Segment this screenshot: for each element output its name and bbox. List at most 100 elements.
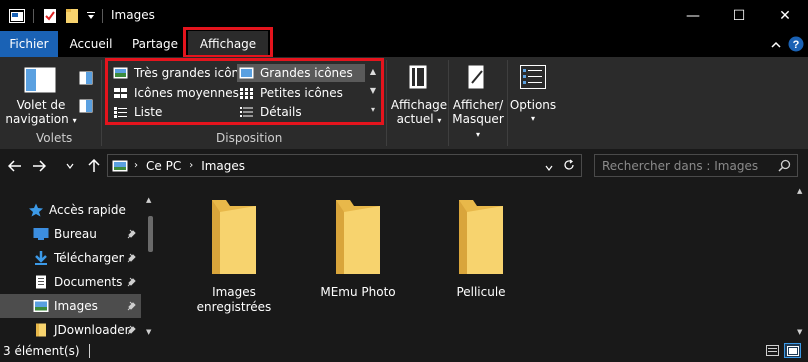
folder-label: MEmu Photo [320,285,396,299]
pin-icon[interactable] [127,276,137,290]
pictures-location-icon [112,160,128,171]
options-button[interactable]: Options ▾ [508,98,558,126]
desktop-icon [33,228,49,240]
breadcrumb-images[interactable]: Images [201,159,245,173]
show-hide-label-2: Masquer ▾ [452,112,504,139]
tab-accueil[interactable]: Accueil [62,31,120,57]
layout-highlight-box [105,58,384,125]
sidebar-item-label: JDownloader [54,323,130,337]
download-arrow-icon [35,251,47,265]
sidebar-item-label: Images [54,299,98,313]
show-hide-label-1: Afficher/ [452,98,504,112]
window-title: Images [111,8,155,22]
sidebar-item-documents[interactable]: Documents [0,270,141,294]
sidebar-item-label: Téléchargeme [54,251,124,265]
pin-icon[interactable] [127,252,137,266]
search-placeholder: Rechercher dans : Images [602,158,759,173]
breadcrumb-ce-pc[interactable]: Ce PC [146,159,181,173]
scroll-down-icon[interactable]: ▼ [146,328,151,336]
svg-text:?: ? [793,39,800,51]
breadcrumb-separator-icon: › [134,160,138,171]
folder-icon [212,200,256,274]
ribbon-divider-1 [101,60,102,146]
folder-item[interactable]: Pellicule [426,198,536,300]
current-view-label-1: Affichage [390,98,448,112]
sidebar-item-telechargements[interactable]: Téléchargeme [0,246,141,270]
sidebar-item-bureau[interactable]: Bureau [0,222,141,246]
up-icon[interactable] [84,149,104,183]
title-bar: Images — ☐ ✕ [0,0,808,31]
sidebar-item-quick-access[interactable]: Accès rapide [0,198,141,222]
help-icon[interactable]: ? [786,31,806,57]
folder-item[interactable]: MEmu Photo [303,198,413,300]
sidebar-scroll-thumb[interactable] [148,216,153,252]
address-bar[interactable]: › Ce PC › Images [107,154,582,177]
navigation-pane-label-2: navigation ▾ [5,112,77,126]
details-view-toggle-icon[interactable] [764,343,781,358]
refresh-icon[interactable] [563,159,575,174]
collapse-ribbon-icon[interactable] [766,31,786,57]
sidebar-item-label: Documents [54,275,123,289]
title-separator [33,9,34,23]
folder-label: Pellicule [456,285,506,299]
back-icon[interactable] [5,149,25,183]
navigation-pane-icon [24,67,56,93]
explorer-app-icon[interactable] [6,0,28,31]
pictures-icon [33,300,49,312]
sidebar-item-label: Bureau [54,227,97,241]
preview-pane-icon[interactable] [79,71,93,85]
quick-access-dropdown-icon[interactable] [84,0,98,31]
current-view-dropdown-icon: ▾ [437,116,442,125]
details-pane-icon[interactable] [79,99,93,113]
content-scrollbar[interactable]: ▲ ▼ [793,184,808,340]
minimize-button[interactable]: — [670,0,716,31]
options-dropdown-icon: ▾ [530,114,535,123]
sidebar-item-jdownloader[interactable]: JDownloader [0,318,141,340]
current-view-icon [409,65,427,89]
document-icon [36,275,46,289]
forward-icon[interactable] [29,149,49,183]
scroll-up-icon[interactable]: ▲ [797,187,802,195]
new-folder-icon[interactable] [62,0,82,31]
large-icons-view-toggle-icon[interactable] [784,343,801,358]
scroll-down-icon[interactable]: ▼ [797,328,802,336]
star-icon [29,203,43,217]
tab-partage[interactable]: Partage [126,31,184,57]
recent-locations-icon[interactable] [63,149,77,183]
navigation-pane-label-1: Volet de [16,98,66,112]
options-icon [520,65,546,89]
scroll-up-icon[interactable]: ▲ [146,196,151,204]
file-list: Images enregistrées MEmu Photo Pellicule [160,184,808,340]
search-input[interactable]: Rechercher dans : Images [594,154,798,177]
status-separator [89,344,90,358]
tab-fichier[interactable]: Fichier [0,31,58,57]
pin-icon[interactable] [127,300,137,314]
ribbon-tabs: Fichier Accueil Partage Affichage ? [0,31,808,57]
ribbon-divider-2 [386,60,387,146]
folder-icon [336,200,380,274]
folder-icon [459,200,503,274]
options-label: Options [509,98,557,112]
layout-group-label: Disposition [216,131,283,145]
panes-group-label: Volets [36,131,73,145]
show-hide-icon [468,65,488,89]
address-dropdown-icon[interactable] [545,160,553,174]
title-separator-2 [102,9,103,23]
maximize-button[interactable]: ☐ [716,0,762,31]
properties-icon[interactable] [40,0,60,31]
sidebar-item-images[interactable]: Images [0,294,141,318]
folder-item[interactable]: Images enregistrées [179,198,289,315]
pin-icon[interactable] [127,324,137,338]
navigation-pane-button[interactable]: Volet de navigation ▾ [5,98,77,128]
affichage-highlight-box [183,27,273,58]
show-hide-dropdown-icon: ▾ [475,130,480,139]
sidebar-scrollbar[interactable]: ▲ ▼ [143,196,157,340]
sidebar-item-label: Accès rapide [49,203,126,217]
pin-icon[interactable] [127,228,137,242]
current-view-button[interactable]: Affichage actuel ▾ [390,98,448,128]
search-icon[interactable] [778,159,791,175]
current-view-label-2: actuel ▾ [396,112,442,126]
status-bar: 3 élément(s) [0,340,808,362]
close-button[interactable]: ✕ [762,0,808,31]
show-hide-button[interactable]: Afficher/ Masquer ▾ [449,98,507,142]
